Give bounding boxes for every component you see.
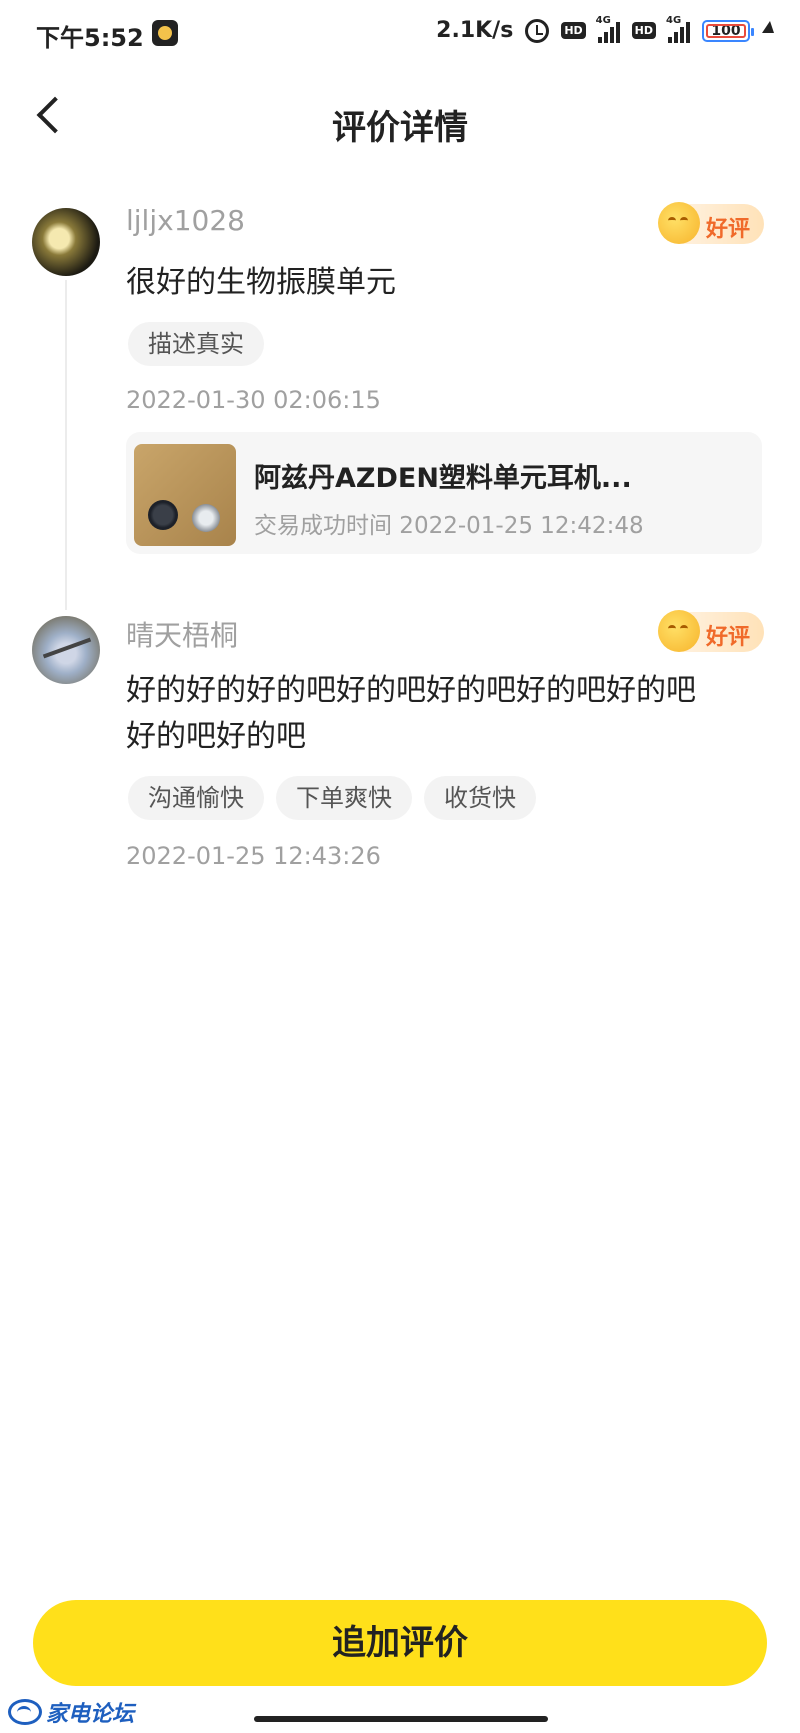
smile-face-icon: [658, 610, 700, 652]
hd-icon: HD: [561, 22, 586, 39]
add-review-button[interactable]: 追加评价: [33, 1600, 767, 1686]
review-tag: 描述真实: [128, 322, 264, 366]
review-text: 好的好的好的吧好的吧好的吧好的吧好的吧 好的吧好的吧: [126, 668, 766, 760]
network-speed: 2.1K/s: [436, 18, 514, 43]
status-bar: 下午5:52 2.1K/s HD 4G HD 4G 100: [0, 0, 800, 66]
product-card[interactable]: 阿兹丹AZDEN塑料单元耳机... 交易成功时间 2022-01-25 12:4…: [126, 432, 762, 554]
watermark: 家电论坛: [8, 1694, 134, 1730]
charging-icon: [762, 20, 774, 41]
smile-face-icon: [658, 202, 700, 244]
review-text: 很好的生物振膜单元: [126, 265, 396, 300]
alarm-icon: [525, 18, 550, 43]
rating-label: 好评: [706, 625, 751, 650]
hd-icon: HD: [631, 22, 656, 39]
product-title: 阿兹丹AZDEN塑料单元耳机...: [254, 463, 632, 494]
status-indicators: 2.1K/s HD 4G HD 4G 100: [436, 15, 774, 43]
review-time: 2022-01-30 02:06:15: [126, 386, 381, 414]
review-text-line: 好的吧好的吧: [126, 719, 306, 754]
status-time: 下午5:52: [36, 24, 144, 52]
review-tag: 下单爽快: [276, 776, 412, 820]
review-username[interactable]: ljljx1028: [126, 204, 245, 237]
good-rating-badge: 好评: [658, 610, 764, 652]
signal-icon: 4G: [596, 15, 620, 43]
review-tags: 描述真实: [128, 322, 264, 366]
review-username[interactable]: 晴天梧桐: [126, 614, 238, 654]
watermark-text: 家电论坛: [46, 1702, 135, 1727]
timeline-divider: [65, 280, 67, 610]
review-tags: 沟通愉快 下单爽快 收货快: [128, 776, 536, 820]
review-text-line: 好的好的好的吧好的吧好的吧好的吧好的吧: [126, 673, 696, 708]
avatar[interactable]: [32, 208, 100, 276]
review-tag: 收货快: [424, 776, 536, 820]
battery-icon: 100: [702, 19, 754, 42]
review-time: 2022-01-25 12:43:26: [126, 842, 381, 870]
product-trade-time: 交易成功时间 2022-01-25 12:42:48: [254, 513, 644, 539]
review-tag: 沟通愉快: [128, 776, 264, 820]
avatar[interactable]: [32, 616, 100, 684]
home-indicator[interactable]: [254, 1716, 548, 1722]
product-thumbnail: [134, 444, 236, 546]
app-notification-icon: [152, 20, 178, 46]
good-rating-badge: 好评: [658, 202, 764, 244]
page-title: 评价详情: [332, 108, 468, 148]
rating-label: 好评: [706, 217, 751, 242]
signal-icon: 4G: [666, 15, 690, 43]
forum-logo-icon: [8, 1699, 42, 1725]
header: 评价详情: [0, 66, 800, 176]
